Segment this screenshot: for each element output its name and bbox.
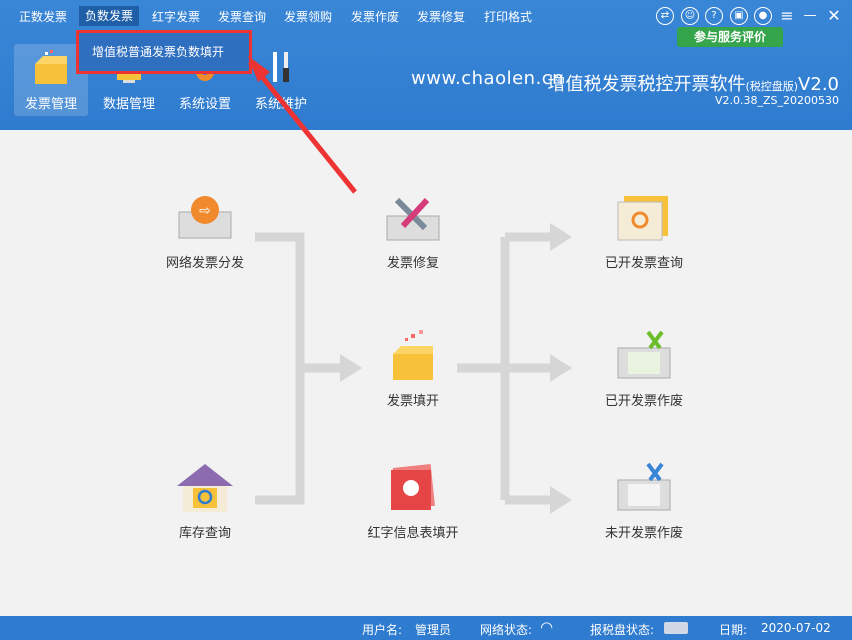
node-label: 发票填开 xyxy=(386,394,439,409)
user-label: 用户名: xyxy=(362,623,403,637)
service-icon[interactable]: ☺ xyxy=(681,7,699,25)
user-icon[interactable]: ● xyxy=(754,7,772,25)
invoice-search-icon xyxy=(617,196,668,241)
node-label: 网络发票分发 xyxy=(165,256,244,271)
invoice-scissors-icon xyxy=(617,330,671,379)
open-box-icon xyxy=(393,330,433,380)
tool-label: 系统维护 xyxy=(254,97,307,112)
house-search-icon xyxy=(177,464,233,512)
svg-text:⇨: ⇨ xyxy=(199,203,211,219)
negative-invoice-dropdown: 增值税普通发票负数填开 xyxy=(76,30,252,74)
menu-print-format[interactable]: 打印格式 xyxy=(484,7,532,27)
menu-red-invoice[interactable]: 红字发票 xyxy=(152,7,200,27)
wifi-icon: ◠ xyxy=(540,618,554,636)
menu-invoice-purchase[interactable]: 发票领购 xyxy=(284,7,332,27)
main-panel: ⇨ 网络发票分发 库存查询 发票修复 发票填开 红字信息表填开 已开发票查询 已… xyxy=(0,130,852,616)
user-name: 管理员 xyxy=(415,623,452,637)
date-value: 2020-07-02 xyxy=(761,621,831,635)
menu-bar: 正数发票 负数发票 红字发票 发票查询 发票领购 发票作废 发票修复 打印格式 xyxy=(0,0,640,32)
wrench-icon xyxy=(386,197,440,241)
node-unissued-void[interactable]: 未开发票作废 xyxy=(584,460,704,543)
website-url: www.chaolen.cn xyxy=(411,68,565,89)
node-label: 已开发票查询 xyxy=(604,256,683,271)
menu-negative-invoice[interactable]: 负数发票 xyxy=(79,6,140,26)
node-label: 红字信息表填开 xyxy=(367,526,459,541)
tool-label: 数据管理 xyxy=(102,97,155,112)
version-label: V2.0.38_ZS_20200530 xyxy=(714,94,839,107)
app-version-short: V2.0 xyxy=(798,74,839,95)
tool-label: 系统设置 xyxy=(178,97,231,112)
disk-status-label: 报税盘状态: xyxy=(590,623,655,637)
node-label: 已开发票作废 xyxy=(604,394,683,409)
node-invoice-repair[interactable]: 发票修复 xyxy=(353,190,473,273)
app-title-main: 增值税发票税控开票软件 xyxy=(547,74,746,95)
menu-invoice-query[interactable]: 发票查询 xyxy=(218,7,266,27)
disk-icon xyxy=(664,622,688,634)
network-status-label: 网络状态: xyxy=(480,623,533,637)
red-document-icon xyxy=(391,464,435,510)
menu-invoice-repair[interactable]: 发票修复 xyxy=(417,7,465,27)
swap-icon[interactable]: ⇄ xyxy=(656,7,674,25)
lock-icon[interactable]: ▣ xyxy=(730,7,748,25)
box-icon xyxy=(35,50,67,84)
tool-label: 发票管理 xyxy=(24,97,77,112)
node-red-info-fill[interactable]: 红字信息表填开 xyxy=(353,460,473,543)
menu-icon[interactable]: ≡ xyxy=(778,7,796,25)
menu-invoice-void[interactable]: 发票作废 xyxy=(351,7,399,27)
node-network-distribute[interactable]: ⇨ 网络发票分发 xyxy=(145,190,265,273)
invoice-scissors-icon xyxy=(617,462,671,511)
menu-positive-invoice[interactable]: 正数发票 xyxy=(19,7,67,27)
node-inventory-query[interactable]: 库存查询 xyxy=(145,460,265,543)
node-label: 发票修复 xyxy=(386,256,439,271)
date-label: 日期: xyxy=(719,623,748,637)
app-title: 增值税发票税控开票软件(税控盘版)V2.0 xyxy=(547,70,839,96)
close-icon[interactable]: ✕ xyxy=(825,7,843,25)
minimize-icon[interactable]: — xyxy=(801,7,819,25)
node-invoice-fill[interactable]: 发票填开 xyxy=(353,328,473,411)
tool-system-maintenance[interactable]: 系统维护 xyxy=(244,44,318,116)
dropdown-item-vat-negative-fill[interactable]: 增值税普通发票负数填开 xyxy=(92,43,224,60)
node-label: 未开发票作废 xyxy=(604,526,683,541)
network-distribute-icon: ⇨ xyxy=(178,196,232,239)
node-issued-void[interactable]: 已开发票作废 xyxy=(584,328,704,411)
service-evaluation-button[interactable]: 参与服务评价 xyxy=(677,27,783,47)
tools-icon xyxy=(273,52,289,82)
node-label: 库存查询 xyxy=(178,526,231,541)
node-issued-query[interactable]: 已开发票查询 xyxy=(584,190,704,273)
app-edition: (税控盘版) xyxy=(745,80,799,93)
help-icon[interactable]: ? xyxy=(705,7,723,25)
status-bar: 用户名: 管理员 网络状态: ◠ 报税盘状态: 日期: 2020-07-02 xyxy=(0,616,852,640)
